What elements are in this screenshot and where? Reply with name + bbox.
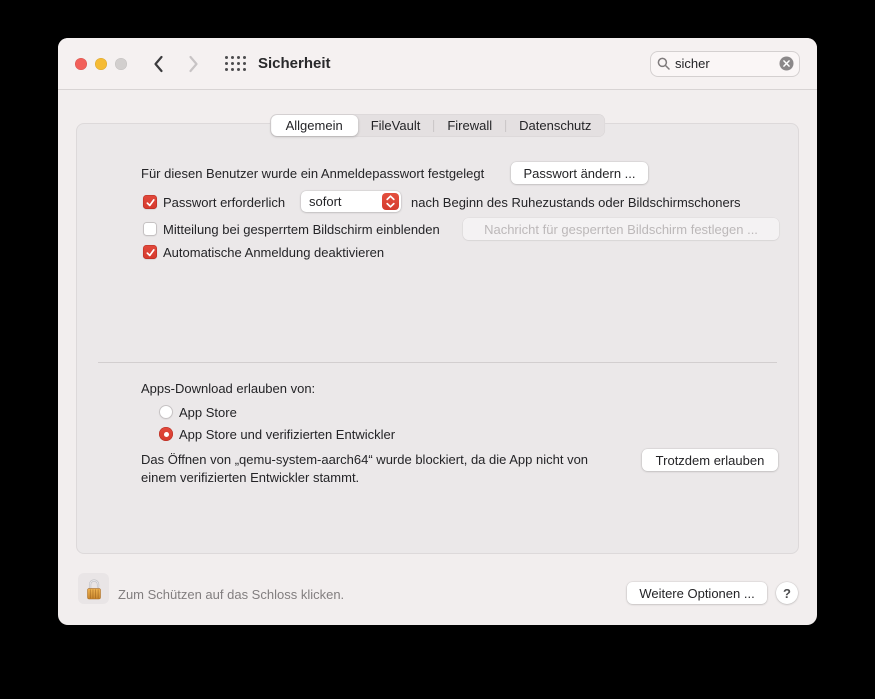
radio-app-store-label: App Store (179, 405, 237, 420)
forward-button[interactable] (188, 55, 200, 73)
blocked-app-text-line2: einem verifizierten Entwickler stammt. (141, 469, 588, 487)
tab-filevault[interactable]: FileVault (358, 115, 434, 136)
close-button[interactable] (75, 58, 87, 70)
radio-app-store[interactable] (159, 405, 173, 419)
clear-search-icon[interactable] (779, 56, 794, 71)
require-password-label: Passwort erforderlich (163, 195, 285, 210)
chevron-right-icon (188, 55, 199, 73)
change-password-button[interactable]: Passwort ändern ... (511, 162, 648, 184)
dropdown-value: sofort (309, 194, 342, 209)
disable-auto-login-checkbox[interactable] (143, 245, 157, 259)
back-button[interactable] (153, 55, 165, 73)
lock-hint-text: Zum Schützen auf das Schloss klicken. (118, 587, 344, 602)
tab-allgemein[interactable]: Allgemein (271, 115, 358, 136)
checkmark-icon (145, 247, 156, 258)
lock-message-label: Mitteilung bei gesperrtem Bildschirm ein… (163, 222, 440, 237)
disable-auto-login-label: Automatische Anmeldung deaktivieren (163, 245, 384, 260)
dropdown-stepper-icon (382, 193, 399, 210)
help-button[interactable]: ? (776, 582, 798, 604)
general-tab-panel: Für diesen Benutzer wurde ein Anmeldepas… (76, 123, 799, 554)
require-password-checkbox[interactable] (143, 195, 157, 209)
checkmark-icon (145, 197, 156, 208)
require-password-suffix: nach Beginn des Ruhezustands oder Bildsc… (411, 195, 741, 210)
traffic-lights (75, 58, 127, 70)
apps-download-label: Apps-Download erlauben von: (141, 381, 315, 396)
open-padlock-icon (81, 576, 107, 602)
tab-firewall[interactable]: Firewall (434, 115, 505, 136)
show-all-grid-icon[interactable] (225, 56, 246, 71)
search-field[interactable] (650, 51, 800, 77)
minimize-button[interactable] (95, 58, 107, 70)
section-divider (98, 362, 777, 363)
blocked-app-text: Das Öffnen von „qemu-system-aarch64“ wur… (141, 451, 588, 487)
chevron-left-icon (153, 55, 164, 73)
allow-anyway-button[interactable]: Trotzdem erlauben (642, 449, 778, 471)
title-bar: Sicherheit (58, 38, 817, 90)
zoom-button[interactable] (115, 58, 127, 70)
blocked-app-text-line1: Das Öffnen von „qemu-system-aarch64“ wur… (141, 451, 588, 469)
password-set-text: Für diesen Benutzer wurde ein Anmeldepas… (141, 166, 484, 181)
search-icon (657, 57, 670, 70)
window-title: Sicherheit (258, 55, 331, 72)
search-input[interactable] (675, 56, 779, 71)
radio-app-store-and-identified-label: App Store und verifizierten Entwickler (179, 427, 395, 442)
set-lock-message-button[interactable]: Nachricht für gesperrten Bildschirm fest… (463, 218, 779, 240)
security-preferences-window: Sicherheit Allgemein FileVault Firewall … (58, 38, 817, 625)
tab-datenschutz[interactable]: Datenschutz (506, 115, 604, 136)
more-options-button[interactable]: Weitere Optionen ... (627, 582, 767, 604)
lock-button[interactable] (78, 573, 109, 604)
require-password-delay-dropdown[interactable]: sofort (301, 191, 401, 212)
tab-bar: Allgemein FileVault Firewall Datenschutz (270, 114, 606, 137)
lock-message-checkbox[interactable] (143, 222, 157, 236)
radio-app-store-and-identified[interactable] (159, 427, 173, 441)
